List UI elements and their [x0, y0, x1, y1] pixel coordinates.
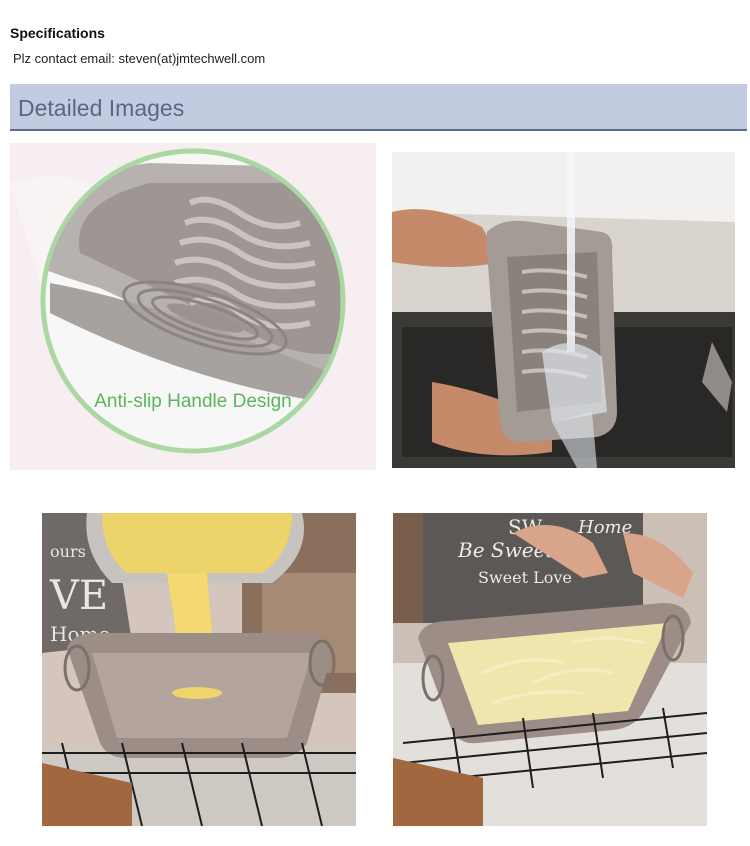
anti-slip-caption: Anti-slip Handle Design [94, 391, 292, 412]
svg-text:VE: VE [49, 573, 108, 619]
svg-text:Sweet Love: Sweet Love [478, 568, 572, 587]
svg-text:ours: ours [50, 542, 86, 561]
washing-pan-image [392, 152, 735, 468]
batter-pouring-image: ours VE Home [42, 513, 356, 826]
detailed-images-title: Detailed Images [18, 95, 185, 121]
detailed-images-header: Detailed Images [10, 84, 747, 131]
specifications-title: Specifications [10, 25, 105, 41]
dough-in-pan-image: SW Be Sweet Sweet Love Home [393, 513, 707, 826]
contact-email-text: Plz contact email: steven(at)jmtechwell.… [13, 51, 266, 66]
handle-closeup-image: Anti-slip Handle Design [10, 143, 376, 470]
